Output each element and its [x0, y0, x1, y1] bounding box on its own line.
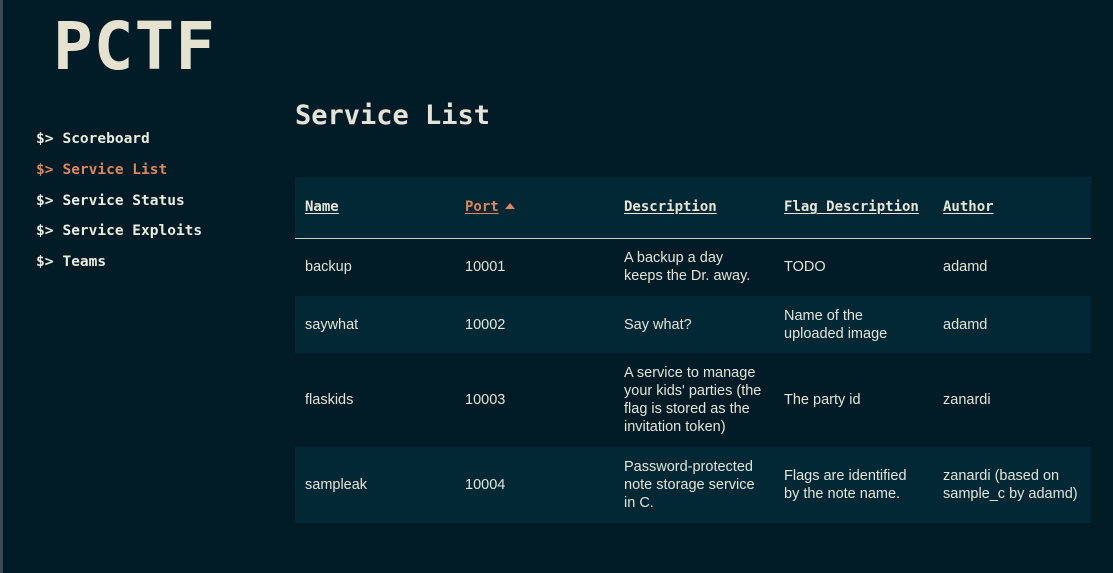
- nav-prompt: $>: [36, 192, 54, 209]
- nav-prompt: $>: [36, 223, 54, 240]
- cell-author: zanardi (based on sample_c by adamd): [943, 468, 1078, 502]
- column-header-description: Description: [614, 177, 774, 239]
- cell-description: A service to manage your kids' parties (…: [624, 365, 762, 435]
- sort-link-flag-description[interactable]: Flag Description: [784, 199, 919, 215]
- column-header-flag-description: Flag Description: [774, 177, 933, 239]
- cell-name: backup: [305, 259, 352, 276]
- nav-item-scoreboard[interactable]: $> Scoreboard: [36, 128, 202, 159]
- cell-author: zanardi: [943, 392, 991, 408]
- cell-author: adamd: [943, 259, 988, 276]
- cell-name: flaskids: [305, 392, 354, 408]
- table-row: saywhat 10002 Say what? Name of the uplo…: [295, 296, 1091, 353]
- cell-flag-description: TODO: [784, 259, 826, 276]
- cell-flag-description: The party id: [784, 392, 861, 408]
- cell-description: Say what?: [624, 316, 692, 333]
- nav-item-teams[interactable]: $> Teams: [36, 251, 202, 282]
- page-title: Service List: [295, 100, 491, 131]
- cell-port: 10002: [465, 316, 506, 333]
- page-left-border: [0, 0, 3, 573]
- cell-port: 10003: [465, 392, 506, 408]
- service-table-container: Name Port Description Flag Description A…: [295, 177, 1091, 523]
- nav-prompt: $>: [36, 131, 54, 147]
- cell-name: saywhat: [305, 316, 359, 333]
- sort-link-author[interactable]: Author: [943, 199, 994, 215]
- nav-prompt: $>: [36, 161, 54, 178]
- cell-description: Password-protected note storage service …: [624, 459, 755, 511]
- sidebar-nav: $> Scoreboard $> Service List $> Service St…: [36, 128, 202, 282]
- sort-link-description[interactable]: Description: [624, 199, 717, 215]
- service-table: Name Port Description Flag Description A…: [295, 177, 1091, 523]
- nav-item-label: Service List: [62, 161, 168, 178]
- cell-name: sampleak: [305, 477, 368, 493]
- cell-flag-description: Name of the uploaded image: [784, 307, 888, 342]
- nav-item-label: Service Status: [62, 192, 185, 209]
- cell-port: 10004: [465, 477, 506, 493]
- site-logo[interactable]: PCTF: [53, 6, 216, 88]
- sort-link-port[interactable]: Port: [465, 199, 499, 215]
- sort-link-name[interactable]: Name: [305, 199, 339, 215]
- nav-item-label: Scoreboard: [62, 131, 150, 147]
- cell-author: adamd: [943, 316, 988, 333]
- column-header-author: Author: [933, 177, 1091, 239]
- table-row: flaskids 10003 A service to manage your …: [295, 353, 1091, 447]
- cell-port: 10001: [465, 259, 506, 276]
- table-row: sampleak 10004 Password-protected note s…: [295, 447, 1091, 523]
- nav-item-label: Teams: [62, 254, 107, 270]
- nav-item-service-exploits[interactable]: $> Service Exploits: [36, 220, 202, 251]
- nav-item-service-status[interactable]: $> Service Status: [36, 190, 202, 221]
- nav-item-label: Service Exploits: [62, 223, 203, 240]
- nav-item-service-list[interactable]: $> Service List: [36, 159, 202, 190]
- column-header-port: Port: [455, 177, 614, 239]
- column-header-name: Name: [295, 177, 455, 239]
- cell-flag-description: Flags are identified by the note name.: [784, 468, 907, 502]
- cell-description: A backup a day keeps the Dr. away.: [624, 250, 751, 285]
- table-header-row: Name Port Description Flag Description A…: [295, 177, 1091, 239]
- nav-prompt: $>: [36, 254, 54, 270]
- sort-ascending-icon: [504, 203, 515, 210]
- table-row: backup 10001 A backup a day keeps the Dr…: [295, 238, 1091, 296]
